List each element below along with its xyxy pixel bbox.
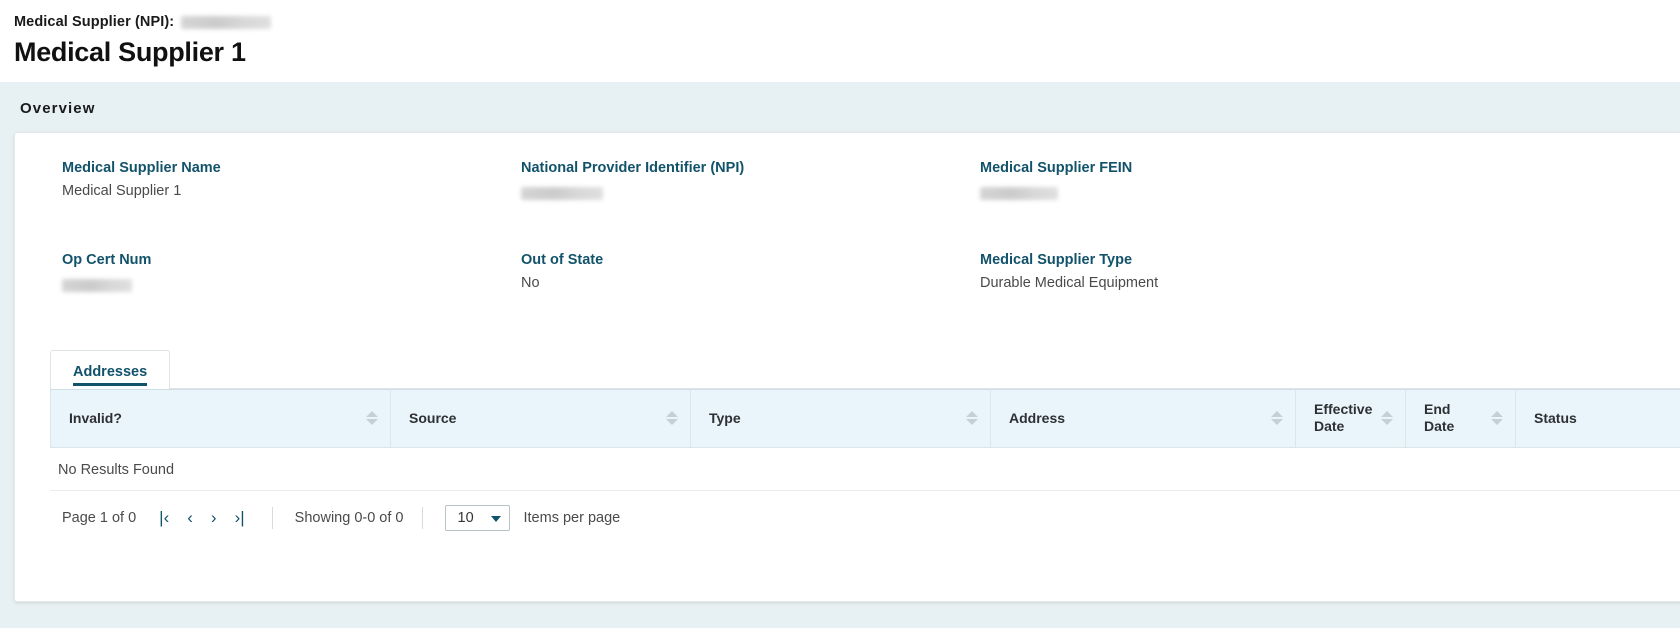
- field-medical-supplier-fein: Medical Supplier FEIN: [980, 159, 1680, 206]
- column-header-source[interactable]: Source: [390, 388, 691, 448]
- first-page-icon[interactable]: |‹: [150, 505, 178, 530]
- field-national-provider-identifier: National Provider Identifier (NPI): [521, 159, 980, 206]
- field-label: Medical Supplier Type: [980, 251, 1133, 268]
- field-value: [521, 182, 980, 206]
- column-header-label: Effective Date: [1314, 400, 1373, 435]
- redacted-npi-value: [181, 15, 272, 29]
- sort-icon[interactable]: [1381, 411, 1393, 426]
- sort-icon[interactable]: [366, 411, 378, 426]
- addresses-table: Invalid? Source Type Address Effective D…: [50, 388, 1680, 448]
- items-per-page-wrap: 102550100: [444, 504, 510, 531]
- field-label: Medical Supplier Name: [62, 160, 221, 176]
- column-header-label: Address: [1009, 409, 1066, 426]
- items-per-page-label: Items per page: [523, 509, 621, 526]
- redacted-value: [62, 279, 132, 293]
- overview-section: Overview Medical Supplier Name Medical S…: [0, 82, 1680, 628]
- field-value: Medical Supplier 1: [62, 183, 182, 200]
- divider: [421, 506, 423, 529]
- previous-page-icon[interactable]: ‹: [178, 505, 202, 530]
- column-header-label: Invalid?: [69, 409, 122, 426]
- field-value: Durable Medical Equipment: [980, 275, 1159, 292]
- column-header-invalid[interactable]: Invalid?: [50, 388, 391, 448]
- breadcrumb-label: Medical Supplier (NPI):: [14, 14, 175, 30]
- redacted-value: [980, 187, 1058, 201]
- showing-count: Showing 0-0 of 0: [294, 509, 404, 526]
- overview-card: Medical Supplier Name Medical Supplier 1…: [14, 132, 1680, 602]
- field-value: [980, 182, 1680, 206]
- page-root: Medical Supplier (NPI): Medical Supplier…: [0, 0, 1680, 644]
- column-header-label: Type: [709, 409, 741, 426]
- column-header-label: Status: [1534, 409, 1577, 426]
- next-page-icon[interactable]: ›: [202, 505, 226, 530]
- column-header-label: End Date: [1424, 400, 1455, 435]
- field-label: Medical Supplier FEIN: [980, 160, 1133, 176]
- column-header-type[interactable]: Type: [690, 388, 991, 448]
- tab-label: Addresses: [73, 363, 148, 380]
- field-medical-supplier-type: Medical Supplier Type Durable Medical Eq…: [980, 251, 1680, 298]
- empty-state-message: No Results Found: [50, 448, 1680, 491]
- column-header-address[interactable]: Address: [990, 388, 1296, 448]
- breadcrumb: Medical Supplier (NPI):: [14, 12, 1680, 32]
- column-header-status[interactable]: Status: [1515, 388, 1680, 448]
- tab-bar: Addresses: [15, 349, 1680, 389]
- last-page-icon[interactable]: ›|: [226, 505, 254, 530]
- field-medical-supplier-name: Medical Supplier Name Medical Supplier 1: [62, 159, 521, 206]
- column-header-end-date[interactable]: End Date: [1405, 388, 1516, 448]
- page-indicator: Page 1 of 0: [62, 509, 137, 526]
- overview-field-grid: Medical Supplier Name Medical Supplier 1…: [15, 159, 1680, 298]
- pagination-bar: Page 1 of 0 |‹ ‹ › ›| Showing 0-0 of 0 1…: [50, 491, 1680, 539]
- tab-addresses[interactable]: Addresses: [50, 349, 171, 389]
- field-label: Op Cert Num: [62, 251, 152, 268]
- divider: [271, 506, 273, 529]
- sort-icon[interactable]: [1271, 411, 1283, 426]
- addresses-table-wrap: Invalid? Source Type Address Effective D…: [15, 388, 1680, 539]
- field-value: No: [521, 275, 540, 292]
- field-out-of-state: Out of State No: [521, 251, 980, 298]
- field-op-cert-num: Op Cert Num: [62, 251, 521, 298]
- sort-icon[interactable]: [1491, 411, 1503, 426]
- overview-heading: Overview: [20, 100, 96, 117]
- field-label: Out of State: [521, 251, 604, 268]
- table-header-row: Invalid? Source Type Address Effective D…: [50, 388, 1680, 448]
- page-header: Medical Supplier (NPI): Medical Supplier…: [0, 0, 1680, 82]
- column-header-effective-date[interactable]: Effective Date: [1295, 388, 1406, 448]
- column-header-label: Source: [409, 409, 457, 426]
- redacted-value: [521, 187, 603, 201]
- sort-icon[interactable]: [666, 411, 678, 426]
- page-title: Medical Supplier 1: [14, 37, 246, 67]
- field-label: National Provider Identifier (NPI): [521, 160, 745, 176]
- field-value: [62, 274, 521, 298]
- sort-icon[interactable]: [966, 411, 978, 426]
- items-per-page-select[interactable]: 102550100: [444, 504, 510, 531]
